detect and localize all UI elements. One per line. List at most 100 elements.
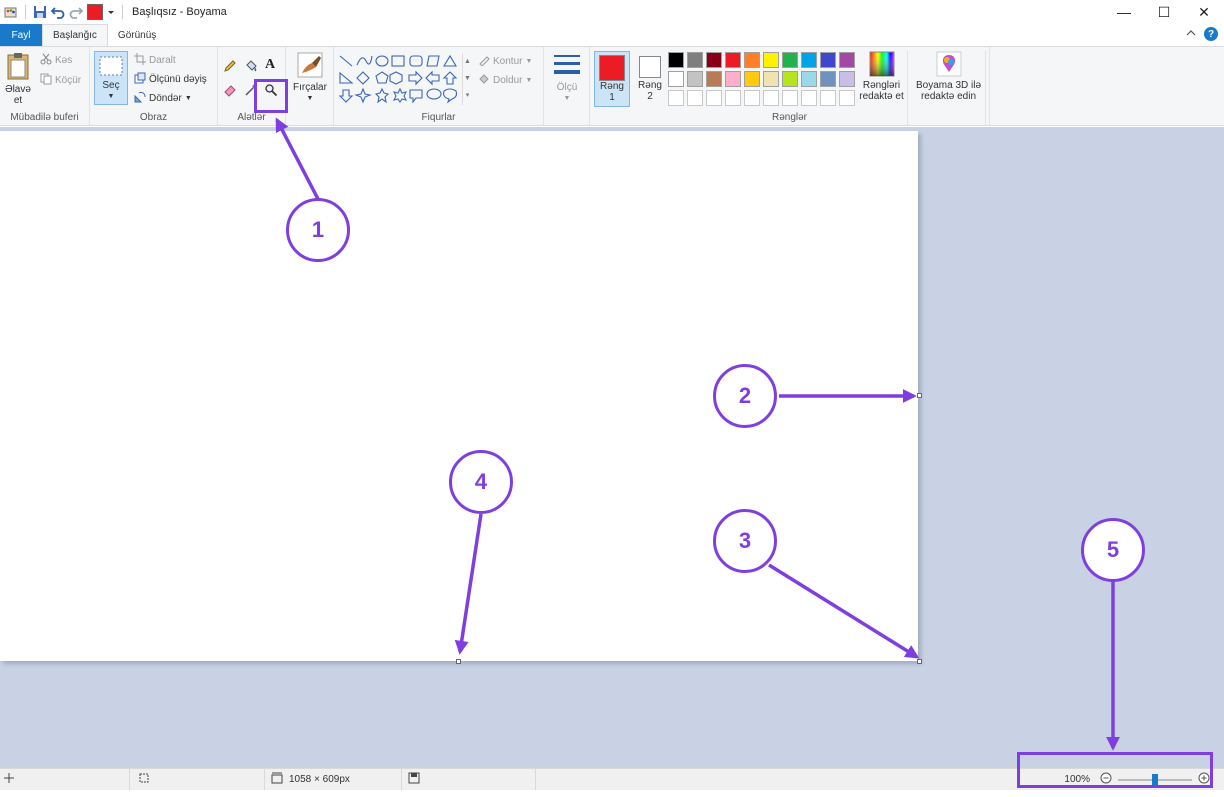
palette-swatch[interactable] — [839, 52, 855, 68]
eraser-icon[interactable] — [223, 83, 237, 97]
palette-swatch[interactable] — [744, 71, 760, 87]
zoom-in-icon[interactable] — [1198, 772, 1210, 787]
zoom-slider-thumb[interactable] — [1152, 773, 1158, 786]
palette-swatch[interactable] — [706, 71, 722, 87]
size-button[interactable]: Ölçü ▼ — [548, 51, 586, 104]
chevron-down-icon: ▼ — [306, 95, 314, 102]
save-icon[interactable] — [33, 5, 47, 19]
palette-swatch[interactable] — [820, 90, 836, 106]
tools-group: A Alətlər — [218, 47, 286, 125]
color-palette — [668, 52, 856, 107]
window-title: Başlıqsız - Boyama — [132, 6, 227, 18]
palette-swatch[interactable] — [839, 90, 855, 106]
rotate-button[interactable]: Döndər ▼ — [134, 91, 192, 106]
tab-home[interactable]: Başlanğıc — [42, 24, 108, 46]
pencil-icon[interactable] — [223, 59, 237, 73]
color1-button[interactable]: Rəng 1 — [594, 51, 630, 107]
outline-button[interactable]: Kontur ▼ — [478, 54, 532, 69]
color-picker-icon[interactable] — [244, 83, 258, 97]
maximize-button[interactable]: ☐ — [1144, 0, 1184, 24]
color1-swatch — [599, 55, 625, 81]
palette-swatch[interactable] — [706, 90, 722, 106]
palette-swatch[interactable] — [801, 52, 817, 68]
color2-label: Rəng 2 — [638, 80, 662, 102]
copy-button[interactable]: Köçür — [40, 73, 81, 88]
close-button[interactable]: ✕ — [1184, 0, 1224, 24]
current-color-icon[interactable] — [87, 4, 103, 20]
palette-swatch[interactable] — [801, 90, 817, 106]
canvas-size-icon — [271, 772, 283, 787]
palette-swatch[interactable] — [706, 52, 722, 68]
color-spectrum-icon — [869, 51, 895, 80]
palette-swatch[interactable] — [744, 52, 760, 68]
customize-toolbar-icon[interactable] — [107, 5, 115, 19]
line-width-icon — [552, 51, 582, 82]
help-icon[interactable]: ? — [1204, 27, 1218, 41]
palette-swatch[interactable] — [725, 90, 741, 106]
text-tool-icon[interactable]: A — [265, 58, 279, 72]
palette-swatch[interactable] — [782, 90, 798, 106]
palette-swatch[interactable] — [820, 52, 836, 68]
palette-swatch[interactable] — [687, 90, 703, 106]
zoom-slider[interactable] — [1118, 773, 1192, 786]
drawing-canvas[interactable] — [0, 131, 918, 661]
outline-icon — [478, 54, 490, 69]
select-button[interactable]: Seç ▼ — [94, 51, 128, 105]
palette-swatch[interactable] — [725, 52, 741, 68]
fill-button[interactable]: Doldur ▼ — [478, 73, 532, 88]
palette-swatch[interactable] — [801, 71, 817, 87]
palette-swatch[interactable] — [744, 90, 760, 106]
resize-icon — [134, 72, 146, 87]
cursor-position-cell — [0, 768, 130, 791]
magnifier-icon[interactable] — [264, 83, 278, 97]
fill-label: Doldur — [493, 75, 523, 86]
palette-swatch[interactable] — [687, 71, 703, 87]
copy-icon — [40, 73, 52, 88]
resize-button[interactable]: Ölçünü dəyiş — [134, 72, 207, 87]
zoom-out-icon[interactable] — [1100, 772, 1112, 787]
crop-icon — [134, 53, 146, 68]
palette-swatch[interactable] — [782, 52, 798, 68]
cut-button[interactable]: Kəs — [40, 53, 72, 68]
fill-bucket-icon[interactable] — [244, 59, 258, 73]
tab-view[interactable]: Görünüş — [108, 24, 166, 46]
minimize-button[interactable]: — — [1104, 0, 1144, 24]
color2-button[interactable]: Rəng 2 — [632, 51, 668, 107]
separator — [25, 5, 26, 19]
resize-handle-corner[interactable] — [917, 659, 922, 664]
crop-button[interactable]: Daralt — [134, 53, 176, 68]
tab-file[interactable]: Fayl — [0, 24, 42, 46]
resize-handle-bottom[interactable] — [456, 659, 461, 664]
paint3d-button[interactable]: Boyama 3D ilə redaktə edin — [912, 51, 986, 125]
redo-icon[interactable] — [69, 5, 84, 19]
brushes-group: Fırçalar ▼ — [286, 47, 334, 125]
rotate-label: Döndər — [149, 93, 182, 104]
palette-swatch[interactable] — [763, 71, 779, 87]
tools-group-label: Alətlər — [237, 112, 266, 123]
shapes-gallery[interactable] — [338, 53, 470, 105]
palette-swatch[interactable] — [687, 52, 703, 68]
palette-swatch[interactable] — [668, 71, 684, 87]
rotate-icon — [134, 91, 146, 106]
palette-swatch[interactable] — [820, 71, 836, 87]
palette-swatch[interactable] — [725, 71, 741, 87]
palette-swatch[interactable] — [763, 90, 779, 106]
paste-button[interactable]: Əlavə et — [2, 51, 34, 106]
paste-icon — [6, 51, 30, 84]
canvas-dimensions: 1058 × 609px — [289, 774, 350, 785]
palette-swatch[interactable] — [763, 52, 779, 68]
shapes-scroll[interactable]: ▲ ▼ ▾ — [462, 53, 472, 105]
selection-size-icon — [138, 772, 150, 787]
edit-colors-button[interactable]: Rəngləri redaktə et — [856, 51, 908, 125]
palette-swatch[interactable] — [782, 71, 798, 87]
bottom-edge — [0, 790, 1224, 797]
palette-swatch[interactable] — [668, 90, 684, 106]
resize-handle-right[interactable] — [917, 393, 922, 398]
image-group-label: Obraz — [139, 112, 168, 123]
brushes-button[interactable]: Fırçalar ▼ — [290, 51, 330, 104]
collapse-ribbon-icon[interactable] — [1186, 28, 1196, 41]
undo-icon[interactable] — [50, 5, 65, 19]
palette-swatch[interactable] — [839, 71, 855, 87]
palette-swatch[interactable] — [668, 52, 684, 68]
paint-app-icon[interactable] — [4, 5, 18, 19]
